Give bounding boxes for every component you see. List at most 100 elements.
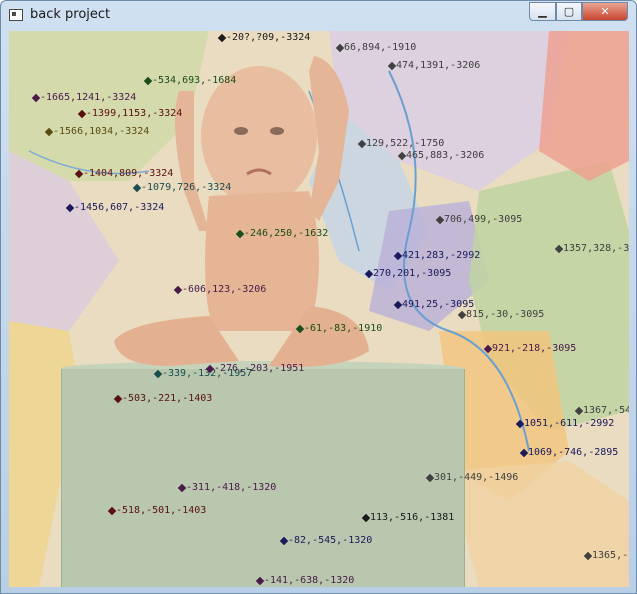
point-label: -606,123,-3206 [173,284,267,295]
point-coordinates: -518,-501,-1403 [116,505,207,516]
point-marker-icon [177,483,187,493]
point-coordinates: -1456,607,-3324 [74,202,165,213]
point-coordinates: 66,894,-1910 [344,42,417,53]
point-label: 301,-449,-1496 [425,473,518,483]
image-canvas[interactable]: -534,693,-1684 -1665,1241,-3324 -1399,1153… [9,31,629,587]
point-marker-icon [132,183,142,193]
point-label: 1365,-12 [583,551,629,561]
point-coordinates: -534,693,-1684 [152,75,237,86]
point-marker-icon [107,506,117,516]
point-label: -20?,?09,-3324 [217,33,310,43]
point-label: -518,-501,-1403 [107,505,207,516]
point-coordinates: -311,-418,-1320 [186,482,277,493]
point-label: 1051,-611,-2992 [515,418,615,429]
point-label: 129,522,-1750 [357,138,445,149]
close-button[interactable]: ✕ [582,2,628,21]
point-coordinates: 1069,-746,-2895 [528,447,619,458]
title-bar[interactable]: back project ▁ ▢ ✕ [1,1,636,31]
point-marker-icon [519,448,529,458]
point-marker-icon [393,251,403,261]
point-label: 921,-218,-3095 [483,344,576,354]
point-label: -1404,809,-3324 [74,168,174,179]
point-marker-icon [574,406,584,416]
point-label: 270,201,-3095 [364,268,452,279]
point-marker-icon [113,394,123,404]
point-marker-icon [387,61,397,71]
point-label: -1079,726,-3324 [132,182,232,193]
point-coordinates: -606,123,-3206 [182,284,267,295]
point-coordinates: -1399,1153,-3324 [86,108,183,119]
point-label: 491,25,-3095 [393,299,475,310]
point-coordinates: -503,-221,-1403 [122,393,213,404]
point-coordinates: -61,-83,-1910 [304,323,383,334]
point-label: -1456,607,-3324 [65,202,165,213]
point-coordinates: 1367,-547,- [583,405,629,416]
point-label: -1665,1241,-3324 [31,93,136,103]
point-marker-icon [217,33,227,43]
minimize-button[interactable]: ▁ [529,2,556,21]
point-marker-icon [255,576,265,586]
maximize-button[interactable]: ▢ [556,2,582,21]
point-label: 1069,-746,-2895 [519,447,619,458]
app-window: back project ▁ ▢ ✕ -534,693,-1684 -1665,… [0,0,637,594]
point-label: 1357,328,-309 [554,243,629,254]
point-coordinates: 421,283,-2992 [402,250,481,261]
point-marker-icon [235,229,245,239]
point-marker-icon [31,93,41,103]
point-marker-icon [65,203,75,213]
point-marker-icon [583,551,593,561]
point-label: -1399,1153,-3324 [77,108,183,119]
point-coordinates: -1566,1034,-3324 [53,126,150,137]
point-label: 474,1391,-3206 [387,60,481,71]
point-coordinates: 1357,328,-309 [563,243,629,254]
point-coordinates: -141,-638,-1320 [264,575,355,586]
point-coordinates: -276,-203,-1951 [214,363,305,374]
point-coordinates: -246,250,-1632 [244,228,329,239]
point-marker-icon [483,344,493,354]
point-label: 465,883,-3206 [397,150,485,161]
point-marker-icon [457,310,467,320]
point-marker-icon [143,76,153,86]
point-coordinates: 706,499,-3095 [444,214,523,225]
point-coordinates: 491,25,-3095 [402,299,475,310]
point-label: -503,-221,-1403 [113,393,213,404]
point-coordinates: 815,-30,-3095 [466,309,545,320]
point-marker-icon [425,473,435,483]
point-label: 113,-516,-1381 [361,512,455,523]
point-marker-icon [364,269,374,279]
point-marker-icon [74,169,84,179]
point-label: 1367,-547,- [574,405,629,416]
point-coordinates: 270,201,-3095 [373,268,452,279]
point-label: -1566,1034,-3324 [44,126,150,137]
point-label: 421,283,-2992 [393,250,481,261]
point-coordinates: 1051,-611,-2992 [524,418,615,429]
point-marker-icon [44,127,54,137]
point-coordinates: -1404,809,-3324 [83,168,174,179]
point-coordinates: 465,883,-3206 [406,150,485,161]
point-marker-icon [295,324,305,334]
point-marker-icon [515,419,525,429]
point-label: -61,-83,-1910 [295,323,383,334]
point-label: -534,693,-1684 [143,75,237,86]
point-marker-icon [205,364,215,374]
point-label: -276,-203,-1951 [205,363,305,374]
point-marker-icon [357,139,367,149]
point-marker-icon [279,536,289,546]
point-coordinates: -82,-545,-1320 [288,535,373,546]
window-title: back project [30,7,111,22]
point-coordinates: 474,1391,-3206 [396,60,481,71]
point-marker-icon [335,43,345,53]
point-label: 815,-30,-3095 [457,309,545,320]
window-icon [9,9,23,21]
point-label: -311,-418,-1320 [177,482,277,493]
point-coordinates: 113,-516,-1381 [370,512,455,523]
point-coordinates: -1079,726,-3324 [141,182,232,193]
point-label: 66,894,-1910 [335,42,417,53]
point-label: -246,250,-1632 [235,228,329,239]
point-label: -141,-638,-1320 [255,575,355,586]
point-marker-icon [435,215,445,225]
point-marker-icon [361,513,371,523]
point-coordinates: 129,522,-1750 [366,138,445,149]
point-marker-icon [173,285,183,295]
point-marker-icon [153,369,163,379]
